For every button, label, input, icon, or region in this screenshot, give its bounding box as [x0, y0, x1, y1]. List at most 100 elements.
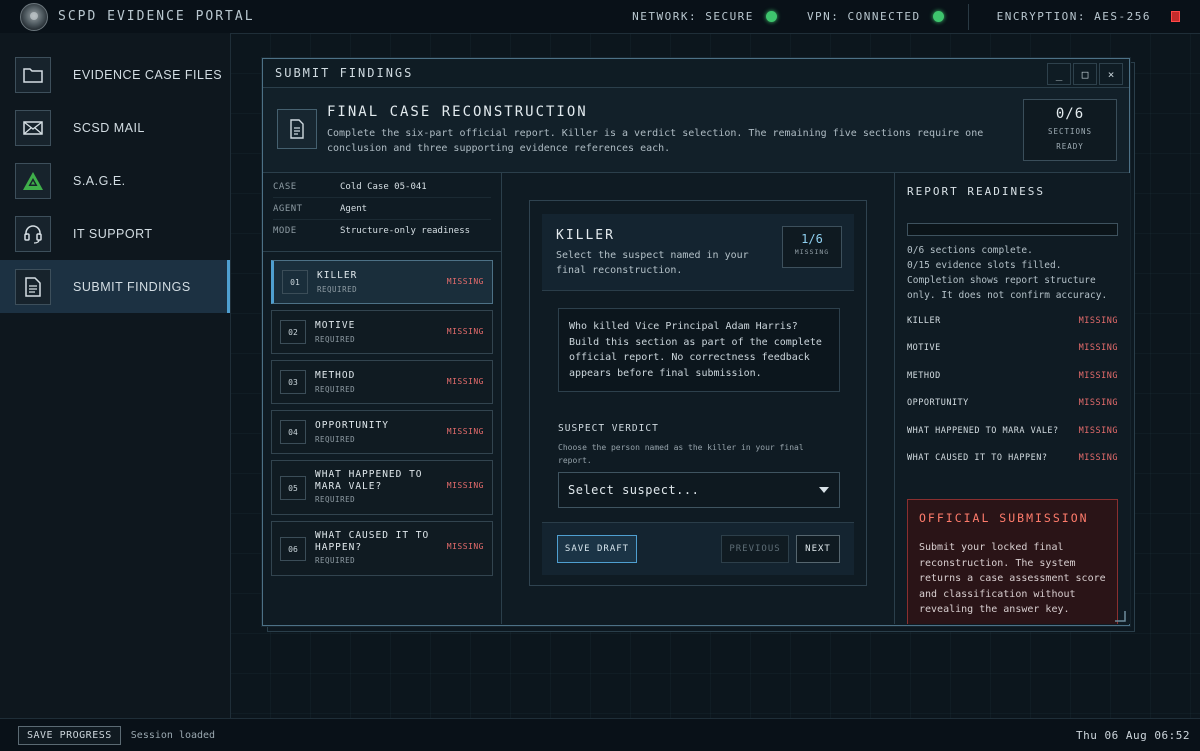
section-status: MISSING — [446, 327, 484, 336]
sections-ready-badge: 0/6 SECTIONS READY — [1023, 99, 1117, 161]
meta-key: AGENT — [273, 203, 303, 214]
section-status: MISSING — [446, 427, 484, 436]
section-item-opportunity[interactable]: 04 OPPORTUNITY REQUIRED MISSING — [271, 410, 493, 454]
section-name: WHAT CAUSED IT TO HAPPEN? — [315, 530, 430, 553]
section-navigator: CASE Cold Case 05-041 AGENT Agent MODE S… — [263, 173, 502, 624]
network-status-icon — [765, 11, 777, 22]
readiness-stat: 0/6 sections complete. — [907, 245, 1033, 256]
save-draft-button[interactable]: SAVE DRAFT — [557, 535, 637, 563]
meta-value: Structure-only readiness — [340, 225, 471, 236]
readiness-row: WHAT CAUSED IT TO HAPPEN? MISSING — [907, 448, 1118, 468]
report-readiness-panel: REPORT READINESS 0/6 sections complete. … — [894, 173, 1130, 624]
meta-row: MODE Structure-only readiness — [273, 220, 491, 241]
readiness-row-status: MISSING — [1078, 343, 1118, 353]
readiness-row-name: OPPORTUNITY — [907, 398, 969, 408]
readiness-row: METHOD MISSING — [907, 366, 1118, 386]
readiness-row-name: WHAT HAPPENED TO MARA VALE? — [907, 426, 1059, 436]
section-required: REQUIRED — [315, 495, 356, 504]
suspect-select[interactable]: Select suspect... — [558, 472, 840, 508]
sidebar-item-submit-findings[interactable]: SUBMIT FINDINGS — [0, 260, 230, 313]
section-number: 05 — [280, 476, 306, 500]
section-header: KILLER Select the suspect named in your … — [542, 214, 854, 291]
resize-handle-icon[interactable] — [1114, 610, 1126, 622]
sidebar-item-label: SUBMIT FINDINGS — [73, 279, 191, 294]
section-number: 02 — [280, 320, 306, 344]
folder-icon — [15, 56, 51, 93]
readiness-row-status: MISSING — [1078, 371, 1118, 381]
network-status-label: NETWORK: SECURE — [632, 10, 754, 23]
readiness-row: KILLER MISSING — [907, 311, 1118, 331]
sections-ready-count: 0/6 — [1055, 106, 1085, 122]
readiness-row: OPPORTUNITY MISSING — [907, 393, 1118, 413]
official-submission-title: OFFICIAL SUBMISSION — [919, 511, 1089, 525]
meta-value: Cold Case 05-041 — [340, 181, 427, 192]
readiness-progress-bar — [907, 223, 1118, 236]
section-item-method[interactable]: 03 METHOD REQUIRED MISSING — [271, 360, 493, 404]
section-item-cause[interactable]: 06 WHAT CAUSED IT TO HAPPEN? REQUIRED MI… — [271, 521, 493, 576]
encryption-status: ENCRYPTION: AES-256 — [997, 10, 1151, 23]
readiness-row: MOTIVE MISSING — [907, 338, 1118, 358]
readiness-row-status: MISSING — [1078, 453, 1118, 463]
bottom-bar: SAVE PROGRESS Session loaded Thu 06 Aug … — [0, 718, 1200, 751]
report-header: FINAL CASE RECONSTRUCTION Complete the s… — [263, 88, 1129, 173]
sidebar-item-it-support[interactable]: IT SUPPORT — [0, 207, 230, 260]
readiness-title: REPORT READINESS — [907, 185, 1045, 198]
sidebar-item-scsd-mail[interactable]: SCSD MAIL — [0, 101, 230, 154]
sidebar-item-label: IT SUPPORT — [73, 226, 153, 241]
next-button[interactable]: NEXT — [796, 535, 840, 563]
window-controls: _ □ × — [1045, 63, 1123, 85]
section-item-killer[interactable]: 01 KILLER REQUIRED MISSING — [271, 260, 493, 304]
sidebar-item-sage[interactable]: S.A.G.E. — [0, 154, 230, 207]
sidebar-item-label: SCSD MAIL — [73, 120, 145, 135]
official-submission-panel[interactable]: OFFICIAL SUBMISSION Submit your locked f… — [907, 499, 1118, 624]
section-title: KILLER — [556, 228, 615, 243]
section-status: MISSING — [446, 277, 484, 286]
top-bar: SCPD EVIDENCE PORTAL NETWORK: SECURE VPN… — [0, 0, 1200, 34]
section-name: KILLER — [317, 270, 358, 281]
section-number: 04 — [280, 420, 306, 444]
section-name: MOTIVE — [315, 320, 356, 331]
meta-key: MODE — [273, 225, 297, 236]
section-status: MISSING — [446, 481, 484, 490]
previous-button[interactable]: PREVIOUS — [721, 535, 789, 563]
section-required: REQUIRED — [317, 285, 358, 294]
submit-findings-window: SUBMIT FINDINGS _ □ × FINAL CASE RECONST… — [262, 58, 1130, 626]
section-status: MISSING — [446, 542, 484, 551]
maximize-button[interactable]: □ — [1073, 63, 1097, 85]
readiness-stats: 0/6 sections complete. 0/15 evidence slo… — [907, 243, 1122, 303]
readiness-row: WHAT HAPPENED TO MARA VALE? MISSING — [907, 421, 1118, 441]
network-status: NETWORK: SECURE — [632, 10, 777, 23]
readiness-row-status: MISSING — [1078, 398, 1118, 408]
window-title: SUBMIT FINDINGS — [275, 66, 414, 80]
section-required: REQUIRED — [315, 385, 356, 394]
status-group: NETWORK: SECURE VPN: CONNECTED ENCRYPTIO… — [632, 0, 1200, 33]
sidebar: EVIDENCE CASE FILES SCSD MAIL S.A.G.E. I… — [0, 33, 231, 718]
action-bar: SAVE DRAFT PREVIOUS NEXT — [542, 522, 854, 575]
alert-indicator-icon — [1171, 11, 1180, 22]
close-button[interactable]: × — [1099, 63, 1123, 85]
section-prompt: Who killed Vice Principal Adam Harris? B… — [558, 308, 840, 392]
page-description: Complete the six-part official report. K… — [327, 128, 984, 154]
section-number: 06 — [280, 537, 306, 561]
section-name: OPPORTUNITY — [315, 420, 389, 431]
suspect-select-value: Select suspect... — [568, 483, 700, 497]
meta-row: CASE Cold Case 05-041 — [273, 176, 491, 198]
section-number: 01 — [282, 270, 308, 294]
window-titlebar[interactable]: SUBMIT FINDINGS _ □ × — [263, 59, 1129, 88]
sections-ready-label: SECTIONS — [1047, 127, 1093, 136]
readiness-stat: Completion shows report structure only. … — [907, 275, 1108, 301]
divider — [967, 3, 969, 30]
section-required: REQUIRED — [315, 335, 356, 344]
section-name: WHAT HAPPENED TO MARA VALE? — [315, 469, 423, 492]
section-required: REQUIRED — [315, 435, 356, 444]
section-item-mara-vale[interactable]: 05 WHAT HAPPENED TO MARA VALE? REQUIRED … — [271, 460, 493, 515]
section-list: 01 KILLER REQUIRED MISSING 02 MOTIVE REQ… — [263, 252, 501, 576]
save-progress-button[interactable]: SAVE PROGRESS — [18, 725, 121, 745]
verdict-help: Choose the person named as the killer in… — [558, 443, 804, 465]
document-icon — [277, 109, 317, 149]
sidebar-item-evidence-case-files[interactable]: EVIDENCE CASE FILES — [0, 48, 230, 101]
section-item-motive[interactable]: 02 MOTIVE REQUIRED MISSING — [271, 310, 493, 354]
official-submission-text: Submit your locked final reconstruction.… — [919, 542, 1106, 615]
minimize-button[interactable]: _ — [1047, 63, 1071, 85]
sections-ready-label: READY — [1056, 142, 1084, 151]
